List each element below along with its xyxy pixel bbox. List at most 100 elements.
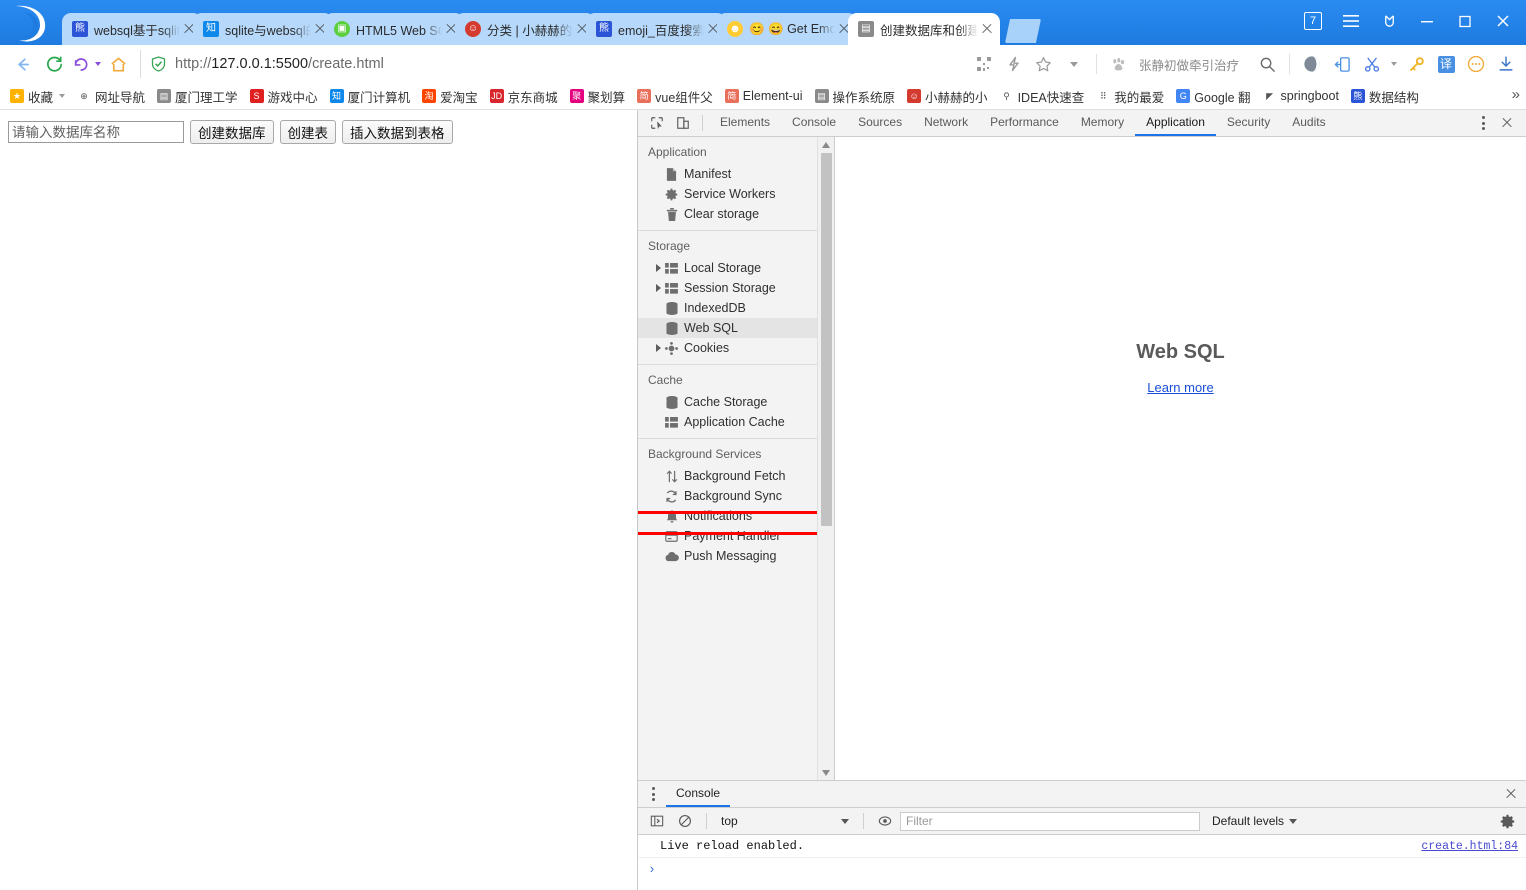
sidebar-item-background-fetch[interactable]: Background Fetch: [638, 466, 817, 486]
minimize-window-button[interactable]: [1408, 6, 1446, 36]
devtools-tab-audits[interactable]: Audits: [1281, 110, 1336, 136]
console-context-selector[interactable]: top: [715, 812, 855, 831]
chevron-down-icon[interactable]: [59, 94, 66, 98]
devtools-tab-elements[interactable]: Elements: [709, 110, 781, 136]
bookmark-item-1[interactable]: ⊕ 网址导航: [71, 85, 151, 107]
sidebar-item-service-workers[interactable]: Service Workers: [638, 184, 817, 204]
bookmarks-overflow-button[interactable]: »: [1512, 86, 1520, 103]
browser-kernel-icon[interactable]: [1298, 50, 1326, 78]
bookmark-item-9[interactable]: 简 Element-ui: [719, 85, 809, 107]
bookmark-item-0[interactable]: ★ 收藏: [4, 85, 71, 107]
scroll-down-arrow-icon[interactable]: [818, 765, 834, 780]
lightning-icon[interactable]: [1000, 50, 1028, 78]
console-filter-input[interactable]: [900, 811, 1200, 831]
bookmark-item-11[interactable]: ☺ 小赫赫的小: [901, 85, 994, 107]
sidebar-item-indexeddb[interactable]: IndexedDB: [638, 298, 817, 318]
database-name-input[interactable]: [8, 121, 184, 143]
console-log-source-link[interactable]: create.html:84: [1421, 840, 1518, 853]
translate-icon[interactable]: 译: [1432, 50, 1460, 78]
browser-tab-3[interactable]: ▣ HTML5 Web SQL 数: [324, 13, 464, 45]
bookmark-item-14[interactable]: G Google 翻: [1170, 85, 1256, 107]
inspect-element-icon[interactable]: [644, 111, 670, 135]
tab-count-badge[interactable]: 7: [1294, 6, 1332, 36]
kebab-menu-icon[interactable]: [642, 782, 664, 806]
sidebar-item-application-cache[interactable]: Application Cache: [638, 412, 817, 432]
scrollbar-thumb[interactable]: [821, 153, 832, 526]
browser-tab-7-active[interactable]: ▤ 创建数据库和创建表: [848, 13, 1000, 45]
sidebar-item-cache-storage[interactable]: Cache Storage: [638, 392, 817, 412]
close-icon[interactable]: [1494, 111, 1520, 135]
live-expression-icon[interactable]: [872, 809, 898, 833]
bookmark-item-10[interactable]: ▤ 操作系统原: [809, 85, 902, 107]
device-toolbar-icon[interactable]: [670, 111, 696, 135]
history-back-icon[interactable]: [70, 49, 102, 79]
address-bar[interactable]: http://127.0.0.1:5500/create.html: [140, 50, 970, 78]
devtools-tab-memory[interactable]: Memory: [1070, 110, 1135, 136]
console-sidebar-icon[interactable]: [644, 809, 670, 833]
bookmark-item-5[interactable]: 淘爱淘宝: [416, 85, 484, 107]
browser-menu-icon[interactable]: [1332, 6, 1370, 36]
bookmark-item-8[interactable]: 简 vue组件父: [631, 85, 719, 107]
sidebar-item-session-storage[interactable]: Session Storage: [638, 278, 817, 298]
sidebar-item-manifest[interactable]: Manifest: [638, 164, 817, 184]
bookmark-item-3[interactable]: S 游戏中心: [244, 85, 324, 107]
expand-triangle-icon[interactable]: [652, 344, 664, 352]
qr-code-icon[interactable]: [970, 50, 998, 78]
devtools-tab-performance[interactable]: Performance: [979, 110, 1070, 136]
bookmark-item-7[interactable]: 聚聚划算: [564, 85, 632, 107]
devtools-tab-security[interactable]: Security: [1216, 110, 1281, 136]
back-arrow-icon[interactable]: [6, 49, 38, 79]
save-to-phone-icon[interactable]: [1328, 50, 1356, 78]
insert-data-button[interactable]: 插入数据到表格: [342, 120, 453, 144]
user-account-icon[interactable]: [1370, 6, 1408, 36]
download-icon[interactable]: [1492, 50, 1520, 78]
key-icon[interactable]: [1402, 50, 1430, 78]
create-database-button[interactable]: 创建数据库: [190, 120, 274, 144]
caret-down-icon[interactable]: [1060, 50, 1088, 78]
bookmark-item-13[interactable]: ⠿ 我的最爱: [1090, 85, 1170, 107]
browser-tab-6[interactable]: ☻ 😊 😄 Get Emoji — All: [717, 13, 857, 45]
close-drawer-icon[interactable]: [1496, 782, 1526, 806]
kebab-menu-icon[interactable]: [1472, 111, 1494, 135]
learn-more-link[interactable]: Learn more: [1147, 380, 1213, 395]
caret-down-icon[interactable]: [1388, 50, 1400, 78]
close-tab-icon[interactable]: [980, 22, 994, 36]
close-window-button[interactable]: [1484, 6, 1522, 36]
sidebar-item-local-storage[interactable]: Local Storage: [638, 258, 817, 278]
browser-tab-4[interactable]: ☺ 分类 | 小赫赫的小站: [455, 13, 595, 45]
browser-tab-5[interactable]: 熊 emoji_百度搜索: [586, 13, 726, 45]
hot-search-text[interactable]: 张静初做牵引治疗: [1139, 55, 1239, 74]
sidebar-item-clear-storage[interactable]: Clear storage: [638, 204, 817, 224]
create-table-button[interactable]: 创建表: [279, 120, 336, 144]
clear-console-icon[interactable]: [672, 809, 698, 833]
bookmark-item-16[interactable]: 熊数据结构: [1345, 85, 1425, 107]
sidebar-item-background-sync[interactable]: Background Sync: [638, 486, 817, 506]
sidebar-item-cookies[interactable]: Cookies: [638, 338, 817, 358]
sidebar-item-push-messaging[interactable]: Push Messaging: [638, 546, 817, 566]
tab-console[interactable]: Console: [666, 781, 731, 807]
scroll-up-arrow-icon[interactable]: [818, 137, 834, 152]
gear-icon[interactable]: [1494, 809, 1520, 833]
bookmark-item-12[interactable]: ⚲ IDEA快速查: [994, 85, 1091, 107]
expand-triangle-icon[interactable]: [652, 264, 664, 272]
star-icon[interactable]: [1030, 50, 1058, 78]
bookmark-item-2[interactable]: ▤ 厦门理工学: [151, 85, 244, 107]
browser-tab-1[interactable]: 熊 websql基于sqlite_百: [62, 13, 202, 45]
home-icon[interactable]: [102, 49, 134, 79]
bookmark-item-6[interactable]: JD 京东商城: [484, 85, 564, 107]
console-prompt[interactable]: ›: [638, 858, 1526, 880]
reload-icon[interactable]: [38, 49, 70, 79]
devtools-tab-console[interactable]: Console: [781, 110, 847, 136]
devtools-tab-network[interactable]: Network: [913, 110, 979, 136]
devtools-tab-sources[interactable]: Sources: [847, 110, 913, 136]
scissors-icon[interactable]: [1358, 50, 1386, 78]
sidebar-scrollbar[interactable]: [817, 137, 834, 780]
search-icon[interactable]: [1253, 50, 1281, 78]
console-levels-selector[interactable]: Default levels: [1212, 814, 1298, 828]
sidebar-item-web-sql[interactable]: Web SQL: [638, 318, 817, 535]
bookmark-item-15[interactable]: ◤ springboot: [1257, 85, 1345, 107]
more-circle-icon[interactable]: [1462, 50, 1490, 78]
maximize-window-button[interactable]: [1446, 6, 1484, 36]
devtools-tab-application[interactable]: Application: [1135, 110, 1216, 136]
browser-tab-2[interactable]: 知 sqlite与websql的关: [193, 13, 333, 45]
